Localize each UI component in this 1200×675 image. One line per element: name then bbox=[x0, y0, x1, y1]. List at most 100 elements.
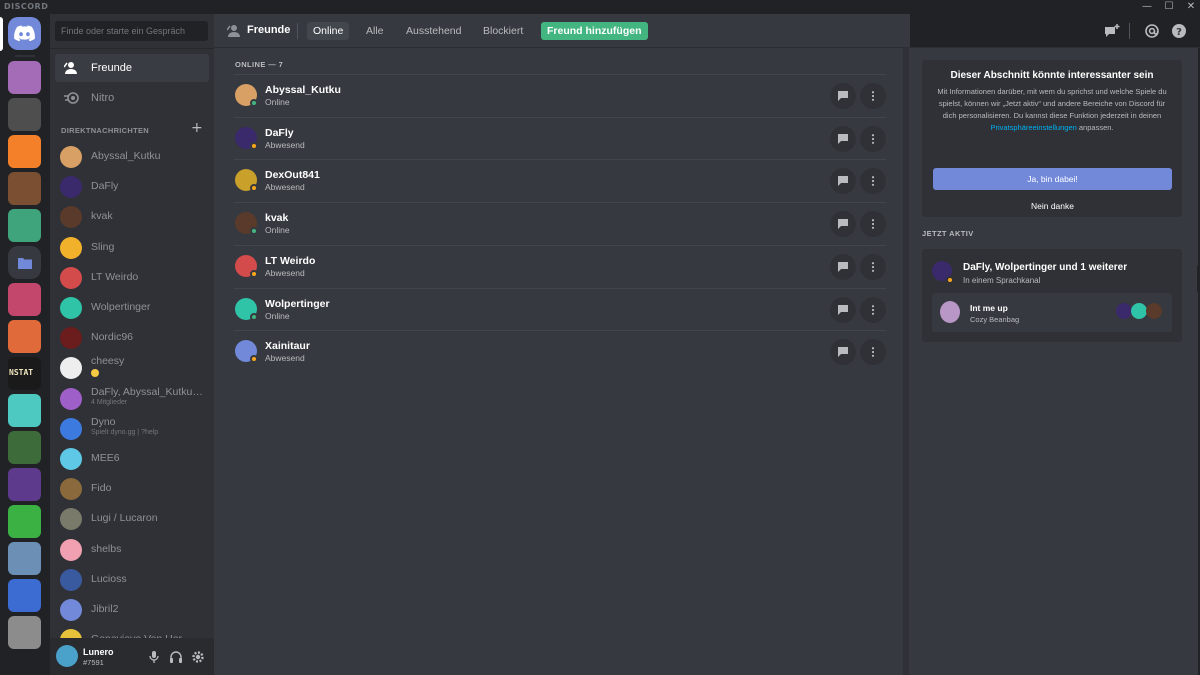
more-options-button[interactable] bbox=[860, 253, 886, 280]
voice-server-name: Cozy Beanbag bbox=[970, 315, 1020, 324]
dm-item[interactable]: Fido bbox=[55, 475, 209, 503]
server-icon[interactable] bbox=[8, 542, 41, 575]
create-dm-plus-icon[interactable]: + bbox=[191, 120, 203, 136]
dm-item[interactable]: cheesy bbox=[55, 354, 209, 382]
server-icon[interactable] bbox=[8, 616, 41, 649]
server-icon[interactable] bbox=[8, 468, 41, 501]
more-options-button[interactable] bbox=[860, 339, 886, 366]
dm-item[interactable]: Abyssal_Kutku bbox=[55, 143, 209, 171]
friend-row[interactable]: DexOut841 Abwesend bbox=[234, 159, 886, 202]
server-icon[interactable] bbox=[8, 579, 41, 612]
dm-name: kvak bbox=[91, 210, 113, 223]
server-icon[interactable] bbox=[8, 283, 41, 316]
server-folder[interactable] bbox=[8, 246, 41, 279]
close-button[interactable]: ✕ bbox=[1182, 0, 1200, 14]
new-group-dm-icon[interactable] bbox=[1104, 23, 1120, 39]
dm-item[interactable]: DaFly bbox=[55, 173, 209, 201]
dm-item[interactable]: Wolpertinger bbox=[55, 294, 209, 322]
dm-item[interactable]: Dyno Spielt dyno.gg | ?help bbox=[55, 415, 209, 443]
server-icon[interactable] bbox=[8, 320, 41, 353]
activity-aside: Dieser Abschnitt könnte interessanter se… bbox=[910, 48, 1198, 675]
dm-name: cheesy bbox=[91, 355, 125, 368]
home-button[interactable] bbox=[8, 17, 41, 50]
dm-item[interactable]: Sling bbox=[55, 234, 209, 262]
more-options-button[interactable] bbox=[860, 296, 886, 323]
dm-item[interactable]: Lucioss bbox=[55, 566, 209, 594]
message-button[interactable] bbox=[830, 211, 856, 238]
friend-row[interactable]: kvak Online bbox=[234, 202, 886, 245]
more-options-button[interactable] bbox=[860, 168, 886, 195]
server-icon[interactable] bbox=[8, 135, 41, 168]
dm-item[interactable]: kvak bbox=[55, 203, 209, 231]
friend-row[interactable]: DaFly Abwesend bbox=[234, 116, 886, 160]
chat-bubble-icon bbox=[838, 347, 848, 358]
dm-item[interactable]: shelbs bbox=[55, 536, 209, 564]
maximize-button[interactable]: ☐ bbox=[1160, 0, 1178, 14]
message-button[interactable] bbox=[830, 339, 856, 366]
activity-card[interactable]: DaFly, Wolpertinger und 1 weiterer In ei… bbox=[922, 249, 1182, 342]
help-question-icon[interactable]: ? bbox=[1171, 23, 1187, 39]
nav-friends[interactable]: Freunde bbox=[55, 54, 209, 82]
tab-pending[interactable]: Ausstehend bbox=[400, 22, 467, 40]
chat-bubble-icon bbox=[838, 261, 848, 272]
server-icon[interactable] bbox=[8, 172, 41, 205]
privacy-settings-link[interactable]: Privatsphäreeinstellungen bbox=[990, 123, 1076, 132]
message-button[interactable] bbox=[830, 168, 856, 195]
app-brand: DISCORD bbox=[4, 2, 49, 11]
chat-bubble-icon bbox=[838, 176, 848, 187]
server-icon[interactable] bbox=[8, 505, 41, 538]
dm-search-input[interactable]: Finde oder starte ein Gespräch bbox=[55, 21, 208, 41]
dm-item[interactable]: LT Weirdo bbox=[55, 264, 209, 292]
message-button[interactable] bbox=[830, 253, 856, 280]
more-options-button[interactable] bbox=[860, 211, 886, 238]
dm-name: DaFly bbox=[91, 180, 119, 193]
friend-status: Abwesend bbox=[265, 182, 305, 193]
headphones-icon[interactable] bbox=[169, 650, 183, 664]
voice-channel-box[interactable]: Int me up Cozy Beanbag bbox=[932, 293, 1172, 332]
opt-in-button[interactable]: Ja, bin dabei! bbox=[933, 168, 1172, 190]
server-icon[interactable] bbox=[8, 98, 41, 131]
friend-status: Abwesend bbox=[265, 353, 305, 364]
server-icon[interactable] bbox=[8, 61, 41, 94]
server-icon[interactable] bbox=[8, 394, 41, 427]
friend-status: Online bbox=[265, 310, 290, 321]
friend-row[interactable]: Abyssal_Kutku Online bbox=[234, 74, 886, 117]
minimize-button[interactable]: — bbox=[1138, 0, 1156, 14]
dm-avatar bbox=[60, 266, 82, 289]
tab-all[interactable]: Alle bbox=[360, 22, 390, 40]
participant-avatar bbox=[1131, 303, 1147, 319]
decline-button[interactable]: Nein danke bbox=[933, 197, 1172, 215]
dm-item[interactable]: Lugi / Lucaron bbox=[55, 505, 209, 533]
chat-bubble-icon bbox=[838, 91, 848, 101]
dm-item[interactable]: DaFly, Abyssal_Kutku, ... 4 Mitglieder bbox=[55, 385, 209, 413]
dm-name: Nordic96 bbox=[91, 331, 134, 344]
microphone-icon[interactable] bbox=[147, 650, 161, 664]
status-indicator bbox=[250, 227, 258, 236]
nav-nitro[interactable]: Nitro bbox=[55, 84, 209, 112]
personalization-card: Dieser Abschnitt könnte interessanter se… bbox=[922, 60, 1182, 217]
tab-blocked[interactable]: Blockiert bbox=[477, 22, 529, 40]
nitro-icon bbox=[64, 92, 79, 104]
dm-item[interactable]: Nordic96 bbox=[55, 324, 209, 352]
mentions-at-icon[interactable] bbox=[1144, 23, 1160, 39]
message-button[interactable] bbox=[830, 125, 856, 152]
message-button[interactable] bbox=[830, 83, 856, 109]
user-avatar[interactable] bbox=[56, 645, 78, 667]
server-icon[interactable] bbox=[8, 209, 41, 242]
add-friend-button[interactable]: Freund hinzufügen bbox=[541, 22, 648, 40]
message-button[interactable] bbox=[830, 296, 856, 323]
dm-item[interactable]: MEE6 bbox=[55, 445, 209, 473]
friend-row[interactable]: Xainitaur Abwesend bbox=[234, 330, 886, 373]
settings-gear-icon[interactable] bbox=[191, 650, 205, 664]
more-options-button[interactable] bbox=[860, 125, 886, 152]
dm-sidebar: Finde oder starte ein Gespräch Freunde N… bbox=[50, 14, 214, 675]
server-icon[interactable]: NSTAT bbox=[8, 357, 41, 390]
server-icon[interactable] bbox=[8, 431, 41, 464]
dm-name: Fido bbox=[91, 482, 112, 495]
nav-friends-label: Freunde bbox=[91, 62, 132, 74]
friend-row[interactable]: Wolpertinger Online bbox=[234, 287, 886, 331]
friend-row[interactable]: LT Weirdo Abwesend bbox=[234, 244, 886, 288]
dm-item[interactable]: Jibril2 bbox=[55, 596, 209, 624]
more-options-button[interactable] bbox=[860, 83, 886, 109]
tab-online[interactable]: Online bbox=[307, 22, 350, 40]
